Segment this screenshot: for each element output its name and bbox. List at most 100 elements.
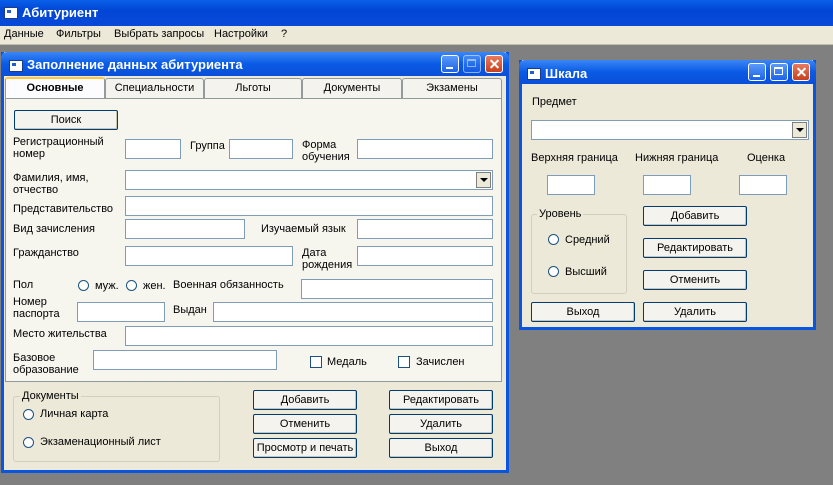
tab-documents[interactable]: Документы xyxy=(302,78,402,98)
citizenship-input[interactable] xyxy=(125,246,293,266)
personal-card-radio[interactable] xyxy=(23,409,34,420)
exit-button[interactable]: Выход xyxy=(389,438,493,458)
passport-label-1: Номер xyxy=(13,296,47,308)
language-label: Изучаемый язык xyxy=(261,223,346,235)
sex-female-label: жен. xyxy=(143,280,166,292)
fio-label-1: Фамилия, имя, xyxy=(13,172,89,184)
group-label: Группа xyxy=(190,140,225,152)
medal-label: Медаль xyxy=(327,356,367,368)
close-icon[interactable] xyxy=(485,55,503,73)
scale-exit-button[interactable]: Выход xyxy=(531,302,635,322)
applicant-window-titlebar[interactable]: Заполнение данных абитуриента xyxy=(1,52,509,76)
sex-male-radio[interactable] xyxy=(78,280,89,291)
menu-data[interactable]: Данные xyxy=(4,28,44,40)
scale-add-button[interactable]: Добавить xyxy=(643,206,747,226)
passport-number-input[interactable] xyxy=(77,302,165,322)
documents-group xyxy=(13,396,220,462)
passport-label-2: паспорта xyxy=(13,308,60,320)
minimize-icon[interactable] xyxy=(748,63,766,81)
print-preview-button[interactable]: Просмотр и печать xyxy=(253,438,357,458)
enrollment-type-label: Вид зачисления xyxy=(13,223,95,235)
scale-window-titlebar[interactable]: Шкала xyxy=(519,60,816,84)
residence-label: Место жительства xyxy=(13,328,107,340)
reg-number-label-2: номер xyxy=(13,148,45,160)
menu-help[interactable]: ? xyxy=(281,28,287,40)
sex-male-label: муж. xyxy=(95,280,119,292)
menu-bar: Данные Фильтры Выбрать запросы Настройки… xyxy=(0,26,833,45)
edit-button[interactable]: Редактировать xyxy=(389,390,493,410)
chevron-down-icon[interactable] xyxy=(792,122,807,138)
level-high-label: Высший xyxy=(565,266,607,278)
subject-label: Предмет xyxy=(532,96,577,108)
app-title-bar: Абитуриент xyxy=(0,0,833,26)
birth-date-label-1: Дата xyxy=(302,247,327,259)
military-input[interactable] xyxy=(301,279,493,299)
tab-main[interactable]: Основные xyxy=(5,77,105,100)
level-middle-label: Средний xyxy=(565,234,610,246)
lower-bound-label: Нижняя граница xyxy=(635,152,719,164)
enrolled-label: Зачислен xyxy=(416,356,465,368)
maximize-icon[interactable] xyxy=(463,55,481,73)
residence-input[interactable] xyxy=(125,326,493,346)
exam-sheet-radio[interactable] xyxy=(23,437,34,448)
military-label: Военная обязанность xyxy=(173,279,284,291)
education-label-2: образование xyxy=(13,364,79,376)
level-group xyxy=(531,214,627,294)
scale-window-title: Шкала xyxy=(545,66,588,81)
birth-date-input[interactable] xyxy=(357,246,493,266)
reg-number-input[interactable] xyxy=(125,139,181,159)
group-input[interactable] xyxy=(229,139,293,159)
citizenship-label: Гражданство xyxy=(13,247,79,259)
grade-input[interactable] xyxy=(739,175,787,195)
subject-combo[interactable] xyxy=(531,120,809,140)
reg-number-label-1: Регистрационный xyxy=(13,136,104,148)
tab-benefits[interactable]: Льготы xyxy=(204,78,302,98)
menu-filters[interactable]: Фильтры xyxy=(56,28,101,40)
level-middle-radio[interactable] xyxy=(548,234,559,245)
personal-card-label: Личная карта xyxy=(40,408,109,420)
close-icon[interactable] xyxy=(792,63,810,81)
scale-delete-button[interactable]: Удалить xyxy=(643,302,747,322)
medal-checkbox[interactable] xyxy=(310,356,322,368)
issued-label: Выдан xyxy=(173,304,207,316)
minimize-icon[interactable] xyxy=(441,55,459,73)
representation-label: Представительство xyxy=(13,203,114,215)
add-button[interactable]: Добавить xyxy=(253,390,357,410)
sex-female-radio[interactable] xyxy=(126,280,137,291)
tab-specialties[interactable]: Специальности xyxy=(105,78,204,98)
maximize-icon[interactable] xyxy=(770,63,788,81)
delete-button[interactable]: Удалить xyxy=(389,414,493,434)
level-high-radio[interactable] xyxy=(548,266,559,277)
scale-cancel-button[interactable]: Отменить xyxy=(643,270,747,290)
education-input[interactable] xyxy=(93,350,277,370)
app-title: Абитуриент xyxy=(22,5,99,20)
study-form-label-1: Форма xyxy=(302,139,337,151)
level-group-label: Уровень xyxy=(537,208,584,220)
window-icon xyxy=(527,68,541,80)
scale-edit-button[interactable]: Редактировать xyxy=(643,238,747,258)
language-input[interactable] xyxy=(357,219,493,239)
fio-combo[interactable] xyxy=(125,170,493,190)
cancel-button[interactable]: Отменить xyxy=(253,414,357,434)
search-button[interactable]: Поиск xyxy=(14,110,118,130)
birth-date-label-2: рождения xyxy=(302,259,353,271)
study-form-label-2: обучения xyxy=(302,151,350,163)
menu-settings[interactable]: Настройки xyxy=(214,28,268,40)
education-label-1: Базовое xyxy=(13,352,56,364)
tab-exams[interactable]: Экзамены xyxy=(402,78,502,98)
study-form-input[interactable] xyxy=(357,139,493,159)
app-icon xyxy=(4,7,18,19)
documents-group-label: Документы xyxy=(20,390,81,402)
upper-bound-input[interactable] xyxy=(547,175,595,195)
enrollment-type-input[interactable] xyxy=(125,219,245,239)
menu-queries[interactable]: Выбрать запросы xyxy=(114,28,204,40)
enrolled-checkbox[interactable] xyxy=(398,356,410,368)
representation-input[interactable] xyxy=(125,196,493,216)
grade-label: Оценка xyxy=(747,152,786,164)
applicant-window-title: Заполнение данных абитуриента xyxy=(27,57,243,72)
chevron-down-icon[interactable] xyxy=(476,172,491,188)
fio-label-2: отчество xyxy=(13,184,59,196)
issued-input[interactable] xyxy=(213,302,493,322)
exam-sheet-label: Экзаменационный лист xyxy=(40,436,161,448)
lower-bound-input[interactable] xyxy=(643,175,691,195)
